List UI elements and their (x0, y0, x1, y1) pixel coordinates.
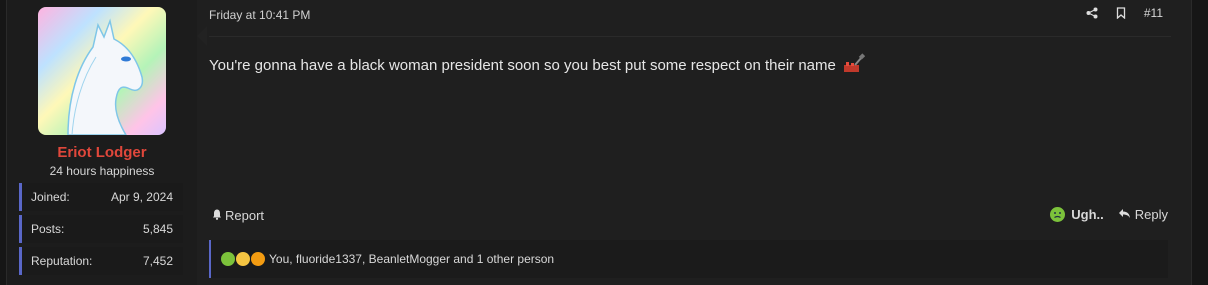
user-arrow (197, 26, 207, 46)
stat-value: 7,452 (142, 254, 173, 268)
star-struck-emoji-icon (251, 252, 265, 266)
stat-label: Posts: (31, 222, 65, 236)
post-main: Friday at 10:41 PM #11 You're gonna have… (207, 0, 1171, 285)
report-label: Report (225, 208, 265, 223)
stat-joined: Joined: Apr 9, 2024 (19, 183, 183, 211)
sick-emoji-icon (1050, 207, 1066, 222)
sick-emoji-icon (221, 252, 235, 266)
share-icon[interactable] (1086, 7, 1098, 19)
reply-button[interactable]: Reply (1118, 207, 1168, 222)
reply-label: Reply (1134, 207, 1168, 222)
hammer-icon (843, 53, 866, 77)
user-title: 24 hours happiness (49, 164, 155, 178)
post-date[interactable]: Friday at 10:41 PM (209, 8, 310, 22)
post-body: You're gonna have a black woman presiden… (209, 53, 866, 77)
stat-value: Apr 9, 2024 (110, 190, 173, 204)
header-divider (209, 36, 1171, 37)
react-button[interactable]: Ugh.. (1050, 207, 1104, 222)
post-container: Eriot Lodger 24 hours happiness Joined: … (6, 0, 1192, 285)
post-header-actions: #11 (1086, 6, 1163, 20)
username[interactable]: Eriot Lodger (7, 144, 197, 161)
laughing-emoji-icon (236, 252, 250, 266)
bookmark-icon[interactable] (1116, 7, 1126, 19)
user-cell: Eriot Lodger 24 hours happiness Joined: … (7, 0, 197, 285)
bell-icon (212, 208, 222, 223)
post-number[interactable]: #11 (1144, 6, 1163, 20)
reply-arrow-icon (1118, 207, 1131, 222)
stat-label: Joined: (31, 190, 70, 204)
report-button[interactable]: Report (212, 208, 264, 223)
stat-reputation: Reputation: 7,452 (19, 247, 183, 275)
post-body-text: You're gonna have a black woman presiden… (209, 57, 836, 74)
stat-posts: Posts: 5,845 (19, 215, 183, 243)
reactions-bar[interactable]: You, fluoride1337, BeanletMogger and 1 o… (209, 240, 1168, 278)
stat-label: Reputation: (31, 254, 93, 268)
avatar[interactable] (38, 7, 166, 135)
reactions-text[interactable]: You, fluoride1337, BeanletMogger and 1 o… (269, 252, 554, 266)
react-label: Ugh.. (1071, 207, 1104, 222)
stat-value: 5,845 (142, 222, 173, 236)
post-footer-actions: Ugh.. Reply (1050, 207, 1168, 222)
